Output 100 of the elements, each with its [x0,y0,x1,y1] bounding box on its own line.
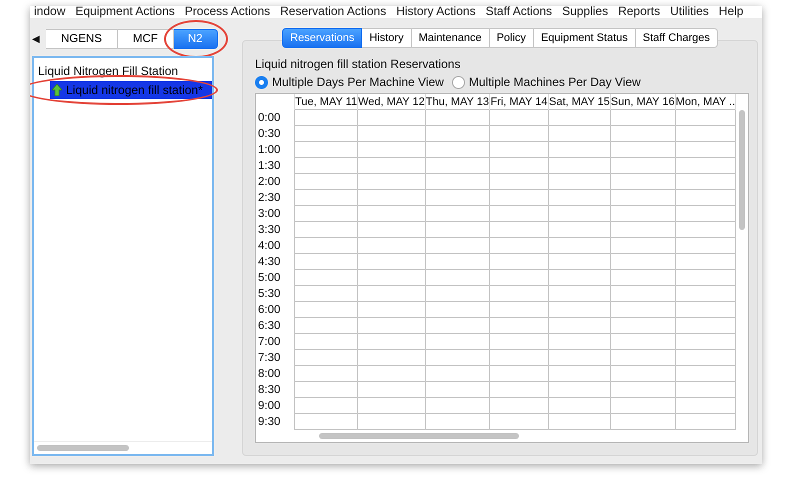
calendar-cell[interactable] [675,238,736,254]
calendar-cell[interactable] [294,222,358,238]
calendar-cell[interactable] [425,238,490,254]
calendar-cell[interactable] [425,254,490,270]
calendar-cell[interactable] [548,110,610,126]
calendar-cell[interactable] [548,158,610,174]
menu-item[interactable]: Staff Actions [486,6,552,18]
calendar-cell[interactable] [358,126,426,142]
menu-item[interactable]: Process Actions [184,6,270,18]
calendar-cell[interactable] [489,366,549,382]
calendar-cell[interactable] [610,126,676,142]
calendar-cell[interactable] [294,334,358,350]
calendar-cell[interactable] [358,302,426,318]
calendar-cell[interactable] [489,382,549,398]
calendar-cell[interactable] [358,222,426,238]
calendar-cell[interactable] [425,110,490,126]
calendar-cell[interactable] [358,286,426,302]
calendar-cell[interactable] [489,254,549,270]
tab[interactable]: Maintenance [412,28,490,48]
calendar-cell[interactable] [548,398,610,414]
calendar-cell[interactable] [610,206,676,222]
scrollbar-thumb[interactable] [37,445,129,451]
menu-item[interactable]: History Actions [396,6,476,18]
calendar-cell[interactable] [548,286,610,302]
calendar-cell[interactable] [489,158,549,174]
calendar-cell[interactable] [425,318,490,334]
calendar-cell[interactable] [294,350,358,366]
calendar-cell[interactable] [675,254,736,270]
calendar-cell[interactable] [425,206,490,222]
calendar-cell[interactable] [489,302,549,318]
calendar-cell[interactable] [610,238,676,254]
calendar-cell[interactable] [610,270,676,286]
calendar-cell[interactable] [294,110,358,126]
tab[interactable]: MCF [118,29,174,49]
calendar-cell[interactable] [358,398,426,414]
calendar-cell[interactable] [489,398,549,414]
calendar-cell[interactable] [294,206,358,222]
calendar-cell[interactable] [548,222,610,238]
calendar-cell[interactable] [489,190,549,206]
calendar-cell[interactable] [425,222,490,238]
menu-item[interactable]: Utilities [670,6,709,18]
calendar-cell[interactable] [358,414,426,430]
menu-item[interactable]: indow [34,6,66,18]
calendar-cell[interactable] [610,350,676,366]
calendar-cell[interactable] [489,222,549,238]
menu-item[interactable]: Help [718,6,744,18]
calendar-cell[interactable] [294,174,358,190]
scrollbar-thumb[interactable] [319,433,519,439]
calendar-cell[interactable] [610,318,676,334]
calendar-cell[interactable] [489,350,549,366]
calendar-cell[interactable] [610,366,676,382]
calendar-cell[interactable] [548,126,610,142]
calendar-cell[interactable] [548,142,610,158]
calendar-cell[interactable] [294,302,358,318]
calendar-cell[interactable] [489,334,549,350]
calendar-cell[interactable] [675,334,736,350]
calendar-cell[interactable] [489,174,549,190]
calendar-cell[interactable] [358,110,426,126]
calendar-cell[interactable] [425,126,490,142]
calendar-cell[interactable] [675,222,736,238]
calendar-cell[interactable] [675,302,736,318]
menu-item[interactable]: Reports [618,6,660,18]
calendar-cell[interactable] [675,318,736,334]
tab[interactable]: NGENS [46,29,118,49]
calendar-cell[interactable] [294,238,358,254]
calendar-cell[interactable] [610,334,676,350]
calendar-cell[interactable] [675,190,736,206]
calendar-cell[interactable] [675,398,736,414]
calendar-cell[interactable] [425,174,490,190]
calendar-cell[interactable] [675,110,736,126]
calendar-cell[interactable] [358,158,426,174]
calendar-cell[interactable] [610,414,676,430]
calendar-cell[interactable] [548,302,610,318]
calendar-cell[interactable] [610,110,676,126]
calendar-cell[interactable] [548,382,610,398]
tab[interactable]: Staff Charges [636,28,718,48]
calendar-cell[interactable] [675,414,736,430]
calendar-cell[interactable] [425,366,490,382]
calendar-cell[interactable] [548,318,610,334]
calendar-cell[interactable] [610,254,676,270]
tab[interactable]: Equipment Status [534,28,636,48]
calendar-cell[interactable] [610,398,676,414]
calendar-cell[interactable] [548,190,610,206]
calendar-cell[interactable] [489,318,549,334]
calendar-cell[interactable] [610,302,676,318]
calendar-cell[interactable] [610,382,676,398]
radio-button[interactable] [255,76,268,88]
radio-label[interactable]: Multiple Machines Per Day View [468,75,641,89]
tab[interactable]: History [362,28,412,48]
calendar-cell[interactable] [548,174,610,190]
radio-button[interactable] [452,76,465,88]
calendar-cell[interactable] [675,270,736,286]
calendar-cell[interactable] [489,206,549,222]
calendar-cell[interactable] [489,286,549,302]
calendar-cell[interactable] [358,318,426,334]
menu-item[interactable]: Equipment Actions [75,6,175,18]
calendar-cell[interactable] [294,270,358,286]
calendar-cell[interactable] [358,206,426,222]
calendar-cell[interactable] [610,174,676,190]
calendar-cell[interactable] [358,254,426,270]
